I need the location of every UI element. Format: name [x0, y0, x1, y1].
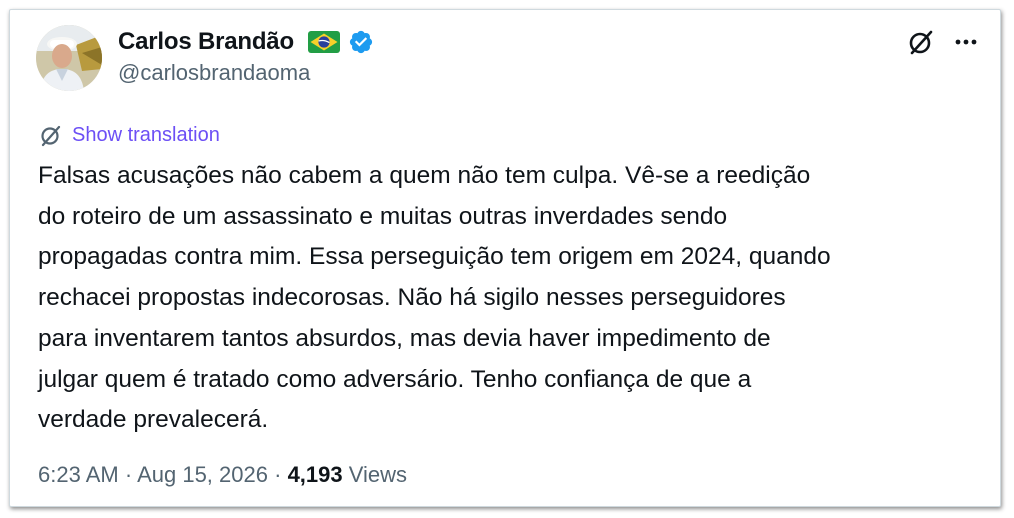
- tweet-text-line: para inventarem tantos absurdos, mas dev…: [38, 324, 771, 352]
- avatar[interactable]: [36, 25, 102, 91]
- grok-icon[interactable]: [906, 27, 936, 57]
- show-translation-link[interactable]: Show translation: [38, 121, 220, 149]
- translate-icon: [41, 125, 61, 147]
- tweet-date[interactable]: Aug 15, 2026: [137, 462, 268, 487]
- views-count[interactable]: 4,193: [288, 462, 343, 487]
- show-translation-label[interactable]: Show translation: [72, 124, 220, 147]
- author-handle[interactable]: @carlosbrandaoma: [118, 60, 310, 86]
- tweet-text-line: julgar quem é tratado como adversário. T…: [38, 365, 752, 393]
- meta-separator: ·: [124, 462, 133, 487]
- meta-separator: ·: [274, 462, 282, 487]
- tweet-time[interactable]: 6:23 AM: [38, 462, 119, 487]
- verified-badge-icon[interactable]: [348, 29, 374, 55]
- views-label: Views: [348, 462, 408, 487]
- more-options-icon[interactable]: [950, 27, 982, 57]
- avatar-image: [36, 25, 102, 91]
- tweet-text-line: propagadas contra mim. Essa perseguição …: [38, 243, 831, 271]
- tweet-text-line: do roteiro de um assassinato e muitas ou…: [38, 202, 728, 230]
- tweet-text-line: verdade prevalecerá.: [38, 406, 269, 434]
- author-name[interactable]: Carlos Brandão: [118, 28, 294, 56]
- brazil-flag-icon: [308, 31, 340, 53]
- tweet-text-line: rechacei propostas indecorosas. Não há s…: [38, 284, 786, 312]
- tweet-meta: 6:23 AM · Aug 15, 2026 · 4,193 Views: [38, 462, 407, 488]
- tweet-text-line: Falsas acusações não cabem a quem não te…: [38, 162, 811, 189]
- tweet-text: Falsas acusações não cabem a quem não te…: [38, 156, 988, 441]
